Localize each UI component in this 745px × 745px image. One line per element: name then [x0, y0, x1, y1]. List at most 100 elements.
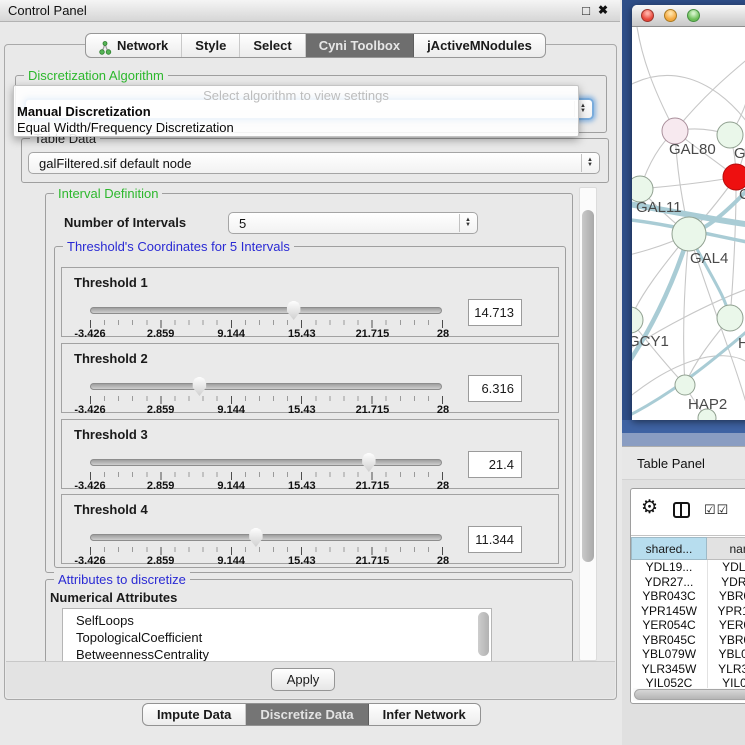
close-icon[interactable]: ✖: [598, 3, 608, 17]
threshold-4-box: Threshold 4 -3.4262.8599.14415.4321.7152…: [61, 494, 559, 564]
slider-thumb[interactable]: [361, 453, 377, 472]
tab-infer-network[interactable]: Infer Network: [369, 704, 480, 725]
table-row[interactable]: YLR345WYLR345W: [631, 662, 745, 677]
table-row[interactable]: YBR045CYBR045C: [631, 633, 745, 648]
table-row[interactable]: YDR27...YDR27...: [631, 575, 745, 590]
network-view-window[interactable]: GAL80GCGAL11GAL4GCY1HHAP2: [632, 5, 745, 420]
threshold-2-slider[interactable]: -3.4262.8599.14415.4321.71528: [90, 377, 443, 413]
number-of-intervals-combobox[interactable]: 5 ▲▼: [228, 212, 478, 234]
table-row[interactable]: YBR043CYBR043C: [631, 589, 745, 604]
tab-cyni-toolbox[interactable]: Cyni Toolbox: [306, 34, 414, 57]
table-row[interactable]: YBL079WYBL079W: [631, 647, 745, 662]
table-cell[interactable]: YBL079W: [707, 647, 745, 662]
attribute-item[interactable]: SelfLoops: [63, 612, 491, 629]
table-data-combobox[interactable]: galFiltered.sif default node ▲▼: [28, 152, 600, 174]
table-cell[interactable]: YLR345W: [707, 662, 745, 677]
table-cell[interactable]: YIL052C: [707, 676, 745, 688]
numerical-attributes-list[interactable]: SelfLoopsTopologicalCoefficientBetweenne…: [62, 608, 492, 661]
threshold-1-slider[interactable]: -3.4262.8599.14415.4321.71528: [90, 301, 443, 337]
settings-vertical-scrollbar[interactable]: [579, 187, 597, 661]
combo-stepper-icon: ▲▼: [459, 214, 476, 232]
float-window-icon[interactable]: □: [582, 3, 590, 18]
threshold-3-value-field[interactable]: 21.4: [468, 451, 522, 478]
slider-ticks: [90, 547, 443, 555]
dropdown-option-equal-width[interactable]: Equal Width/Frequency Discretization: [17, 120, 575, 136]
table-cell[interactable]: YDR27...: [631, 575, 707, 590]
table-cell[interactable]: YLR345W: [631, 662, 707, 677]
cytoscape-desktop: GAL80GCGAL11GAL4GCY1HHAP2: [622, 0, 745, 446]
network-node[interactable]: [675, 375, 695, 395]
threshold-1-value-field[interactable]: 14.713: [468, 299, 522, 326]
table-horizontal-scrollbar[interactable]: [633, 688, 745, 701]
column-header-shared[interactable]: shared...: [631, 537, 707, 560]
attribute-item[interactable]: TopologicalCoefficient: [63, 629, 491, 646]
list-scrollbar[interactable]: [478, 612, 489, 656]
table-cell[interactable]: YER054C: [631, 618, 707, 633]
zoom-traffic-light-icon[interactable]: [687, 9, 700, 22]
slider-thumb[interactable]: [191, 377, 207, 396]
network-node[interactable]: [672, 217, 706, 251]
table-cell[interactable]: YBR043C: [707, 589, 745, 604]
minimize-traffic-light-icon[interactable]: [664, 9, 677, 22]
scale-tick-label: 15.43: [288, 328, 316, 340]
table-cell[interactable]: YDR27...: [707, 575, 745, 590]
network-window-titlebar[interactable]: [632, 5, 745, 27]
apply-button[interactable]: Apply: [271, 668, 335, 691]
table-cell[interactable]: YPR145W: [707, 604, 745, 619]
tab-jactivemnodules[interactable]: jActiveMNodules: [414, 34, 545, 57]
table-cell[interactable]: YDL19...: [707, 560, 745, 575]
dropdown-option-manual-discretization[interactable]: Manual Discretization: [17, 104, 575, 120]
combo-stepper-icon: ▲▼: [581, 154, 598, 172]
network-node[interactable]: [632, 307, 643, 333]
table-row[interactable]: YIL052CYIL052C: [631, 676, 745, 688]
attribute-item[interactable]: BetweennessCentrality: [63, 646, 491, 661]
scale-tick-label: 21.715: [356, 328, 390, 340]
close-traffic-light-icon[interactable]: [641, 9, 654, 22]
scale-tick-label: 9.144: [217, 480, 245, 492]
table-cell[interactable]: YPR145W: [631, 604, 707, 619]
scrollbar-thumb[interactable]: [634, 689, 745, 700]
table-cell[interactable]: YBR043C: [631, 589, 707, 604]
scrollbar-thumb[interactable]: [582, 210, 594, 562]
network-canvas[interactable]: GAL80GCGAL11GAL4GCY1HHAP2: [632, 27, 745, 420]
slider-track[interactable]: [90, 534, 442, 541]
tab-impute-data[interactable]: Impute Data: [143, 704, 246, 725]
table-cell[interactable]: YER054C: [707, 618, 745, 633]
scale-tick-label: 21.715: [356, 480, 390, 492]
table-cell[interactable]: YDL19...: [631, 560, 707, 575]
attributes-group: Attributes to discretize Numerical Attri…: [45, 579, 573, 661]
threshold-4-value-field[interactable]: 11.344: [468, 526, 522, 553]
column-header-name[interactable]: name: [707, 537, 745, 560]
network-node[interactable]: [717, 305, 743, 331]
scale-tick-label: 9.144: [217, 328, 245, 340]
checkbox-icons[interactable]: ☑☑: [704, 502, 729, 518]
slider-thumb[interactable]: [286, 301, 302, 320]
tab-label: Select: [253, 34, 291, 57]
table-row[interactable]: YER054CYER054C: [631, 618, 745, 633]
network-node-label: GAL11: [636, 199, 682, 216]
tab-network[interactable]: Network: [86, 34, 182, 57]
tab-select[interactable]: Select: [240, 34, 305, 57]
table-cell[interactable]: YBR045C: [631, 633, 707, 648]
slider-thumb[interactable]: [248, 528, 264, 547]
gear-icon[interactable]: ⚙: [641, 496, 658, 519]
tab-label: jActiveMNodules: [427, 34, 532, 57]
tab-style[interactable]: Style: [182, 34, 240, 57]
slider-track[interactable]: [90, 383, 442, 390]
threshold-4-slider[interactable]: -3.4262.8599.14415.4321.71528: [90, 528, 443, 564]
table-cell[interactable]: YBR045C: [707, 633, 745, 648]
table-row[interactable]: YPR145WYPR145W: [631, 604, 745, 619]
split-columns-icon[interactable]: [673, 502, 690, 518]
scale-tick-label: -3.426: [74, 404, 105, 416]
tab-discretize-data[interactable]: Discretize Data: [246, 704, 368, 725]
scale-tick-label: -3.426: [74, 328, 105, 340]
table-cell[interactable]: YIL052C: [631, 676, 707, 688]
threshold-2-value-field[interactable]: 6.316: [468, 375, 522, 402]
table-cell[interactable]: YBL079W: [631, 647, 707, 662]
control-panel-titlebar: Control Panel □ ✖: [0, 0, 620, 22]
table-row[interactable]: YDL19...YDL19...: [631, 560, 745, 575]
table-toolbar: ⚙ ☑☑: [631, 489, 745, 536]
slider-track[interactable]: [90, 307, 442, 314]
slider-track[interactable]: [90, 459, 442, 466]
threshold-3-slider[interactable]: -3.4262.8599.14415.4321.71528: [90, 453, 443, 489]
